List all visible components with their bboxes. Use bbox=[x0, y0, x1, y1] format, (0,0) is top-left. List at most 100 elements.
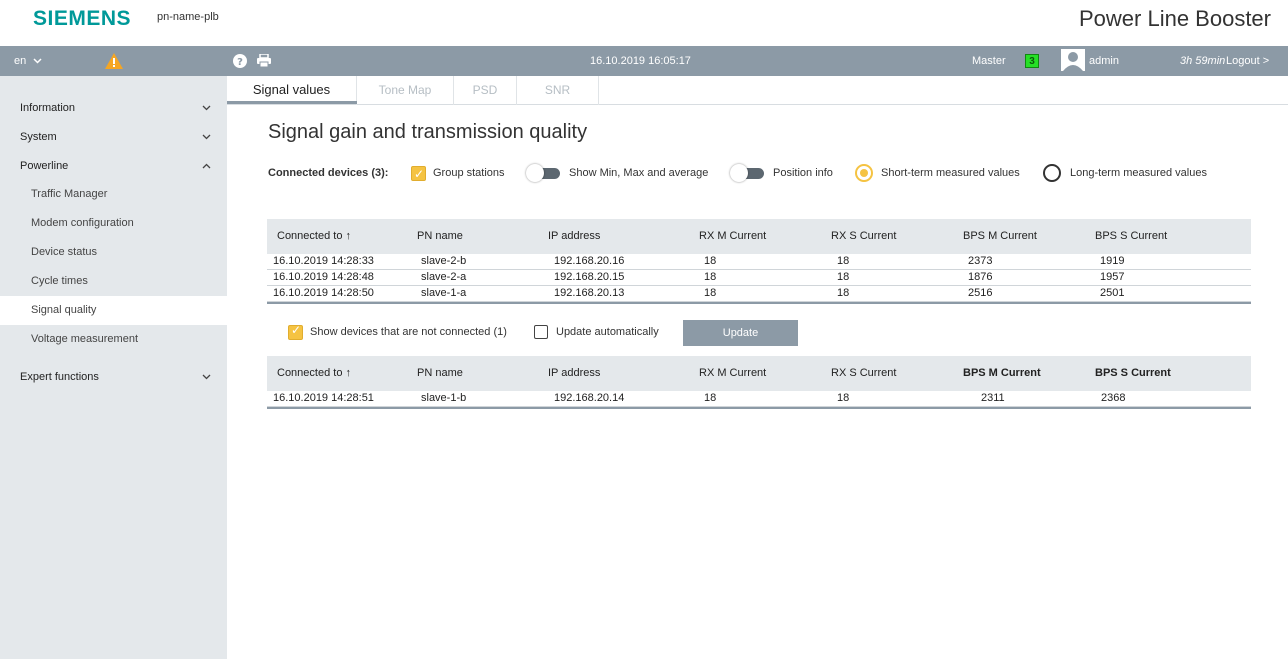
cell-pn-name: slave-2-a bbox=[421, 271, 467, 283]
chevron-down-icon bbox=[202, 363, 211, 392]
chevron-down-icon bbox=[33, 47, 42, 77]
tab-psd[interactable]: PSD bbox=[454, 76, 517, 105]
table-header: Connected to ↑ PN name IP address RX M C… bbox=[267, 356, 1251, 391]
user-icon bbox=[1061, 49, 1085, 73]
position-info-toggle[interactable] bbox=[730, 164, 766, 182]
cell-bps-s-current: 1957 bbox=[1100, 271, 1125, 283]
show-not-connected-checkbox[interactable] bbox=[288, 323, 303, 340]
cell-rx-s-current: 18 bbox=[837, 255, 850, 267]
table-row[interactable]: 16.10.2019 14:28:48 slave-2-a 192.168.20… bbox=[267, 270, 1251, 286]
column-header-bps-m-current[interactable]: BPS M Current bbox=[963, 356, 1041, 391]
warning-icon[interactable] bbox=[105, 53, 123, 69]
cell-connected-to: 16.10.2019 14:28:33 bbox=[273, 255, 374, 267]
sidebar-item-label: Powerline bbox=[20, 160, 69, 172]
update-automatically-checkbox[interactable] bbox=[534, 325, 548, 339]
column-header-bps-s-current[interactable]: BPS S Current bbox=[1095, 219, 1167, 254]
column-header-ip-address[interactable]: IP address bbox=[548, 219, 600, 254]
sidebar-item-information[interactable]: Information bbox=[0, 94, 227, 123]
chevron-down-icon bbox=[202, 123, 211, 152]
siemens-logo: SIEMENS bbox=[33, 7, 132, 30]
column-header-connected-to[interactable]: Connected to ↑ bbox=[277, 219, 351, 254]
cell-bps-m-current: 2311 bbox=[981, 392, 1005, 404]
short-term-label: Short-term measured values bbox=[881, 167, 1020, 179]
cell-connected-to: 16.10.2019 14:28:51 bbox=[273, 392, 374, 404]
tab-snr[interactable]: SNR bbox=[517, 76, 599, 105]
language-select[interactable]: en bbox=[14, 46, 42, 76]
cell-bps-m-current: 2373 bbox=[968, 255, 993, 267]
cell-ip-address: 192.168.20.14 bbox=[554, 392, 625, 404]
group-stations-checkbox[interactable] bbox=[411, 164, 426, 184]
sidebar-item-voltage-measurement[interactable]: Voltage measurement bbox=[0, 325, 227, 354]
cell-connected-to: 16.10.2019 14:28:48 bbox=[273, 271, 374, 283]
show-not-connected-label: Show devices that are not connected (1) bbox=[310, 326, 507, 338]
cell-rx-m-current: 18 bbox=[704, 392, 717, 404]
sidebar-item-device-status[interactable]: Device status bbox=[0, 238, 227, 267]
update-button[interactable]: Update bbox=[683, 320, 798, 346]
table-bottom-border bbox=[267, 407, 1251, 409]
column-header-rx-s-current[interactable]: RX S Current bbox=[831, 356, 896, 391]
sidebar-item-label: Voltage measurement bbox=[31, 333, 139, 345]
top-toolbar: en ? 16.10.2019 16:05:17 Master 3 admin … bbox=[0, 46, 1288, 76]
tab-bar: Signal values Tone Map PSD SNR bbox=[227, 76, 1288, 105]
connected-devices-label: Connected devices (3): bbox=[268, 167, 389, 179]
short-term-radio[interactable] bbox=[855, 164, 873, 182]
product-name: Power Line Booster bbox=[1079, 6, 1271, 31]
chevron-up-icon bbox=[202, 152, 211, 181]
cell-ip-address: 192.168.20.16 bbox=[554, 255, 625, 267]
column-header-rx-m-current[interactable]: RX M Current bbox=[699, 356, 766, 391]
sidebar-item-cycle-times[interactable]: Cycle times bbox=[0, 267, 227, 296]
table-row[interactable]: 16.10.2019 14:28:50 slave-1-a 192.168.20… bbox=[267, 286, 1251, 302]
table-row[interactable]: 16.10.2019 14:28:33 slave-2-b 192.168.20… bbox=[267, 254, 1251, 270]
app-header: SIEMENS pn-name-plb Power Line Booster bbox=[0, 0, 1288, 46]
sidebar-item-powerline[interactable]: Powerline bbox=[0, 152, 227, 181]
sidebar-item-signal-quality[interactable]: Signal quality bbox=[0, 296, 227, 325]
cell-pn-name: slave-2-b bbox=[421, 255, 467, 267]
column-header-pn-name[interactable]: PN name bbox=[417, 356, 463, 391]
table-header: Connected to ↑ PN name IP address RX M C… bbox=[267, 219, 1251, 254]
sidebar-item-modem-configuration[interactable]: Modem configuration bbox=[0, 209, 227, 238]
long-term-radio[interactable] bbox=[1043, 164, 1061, 182]
sidebar-item-expert-functions[interactable]: Expert functions bbox=[0, 363, 227, 392]
datetime: 16.10.2019 16:05:17 bbox=[590, 55, 691, 67]
column-header-pn-name[interactable]: PN name bbox=[417, 219, 463, 254]
show-min-max-toggle[interactable] bbox=[526, 164, 562, 182]
svg-text:?: ? bbox=[237, 57, 243, 68]
active-tab-indicator bbox=[227, 101, 357, 104]
sidebar-item-system[interactable]: System bbox=[0, 123, 227, 152]
cell-rx-m-current: 18 bbox=[704, 271, 717, 283]
print-icon[interactable] bbox=[256, 53, 272, 68]
page-title: Signal gain and transmission quality bbox=[268, 121, 588, 143]
sidebar-item-label: Expert functions bbox=[20, 371, 99, 383]
cell-ip-address: 192.168.20.13 bbox=[554, 287, 625, 299]
position-info-label: Position info bbox=[773, 167, 833, 179]
column-header-bps-m-current[interactable]: BPS M Current bbox=[963, 219, 1037, 254]
column-header-rx-m-current[interactable]: RX M Current bbox=[699, 219, 766, 254]
device-name: pn-name-plb bbox=[157, 11, 219, 23]
role-label: Master bbox=[972, 55, 1006, 67]
chevron-down-icon bbox=[202, 94, 211, 123]
logout-button[interactable]: Logout > bbox=[1226, 46, 1269, 76]
cell-ip-address: 192.168.20.15 bbox=[554, 271, 625, 283]
cell-pn-name: slave-1-a bbox=[421, 287, 467, 299]
sidebar: Information System Powerline Traffic Man… bbox=[0, 76, 227, 659]
sidebar-item-label: Signal quality bbox=[31, 304, 97, 316]
table-row[interactable]: 16.10.2019 14:28:51 slave-1-b 192.168.20… bbox=[267, 391, 1251, 407]
tab-tone-map[interactable]: Tone Map bbox=[357, 76, 454, 105]
user-name[interactable]: admin bbox=[1089, 46, 1119, 76]
column-header-ip-address[interactable]: IP address bbox=[548, 356, 600, 391]
cell-rx-s-current: 18 bbox=[837, 287, 850, 299]
column-header-connected-to[interactable]: Connected to ↑ bbox=[277, 356, 351, 391]
cell-bps-s-current: 1919 bbox=[1100, 255, 1125, 267]
table-bottom-border bbox=[267, 302, 1251, 304]
column-header-bps-s-current[interactable]: BPS S Current bbox=[1095, 356, 1171, 391]
cell-rx-m-current: 18 bbox=[704, 287, 717, 299]
sidebar-item-traffic-manager[interactable]: Traffic Manager bbox=[0, 180, 227, 209]
cell-bps-s-current: 2501 bbox=[1100, 287, 1125, 299]
session-timer: 3h 59min bbox=[1180, 55, 1226, 67]
sidebar-item-label: Traffic Manager bbox=[31, 188, 108, 200]
column-header-rx-s-current[interactable]: RX S Current bbox=[831, 219, 896, 254]
long-term-label: Long-term measured values bbox=[1070, 167, 1207, 179]
cell-connected-to: 16.10.2019 14:28:50 bbox=[273, 287, 374, 299]
cell-rx-s-current: 18 bbox=[837, 271, 850, 283]
help-icon[interactable]: ? bbox=[233, 54, 247, 68]
